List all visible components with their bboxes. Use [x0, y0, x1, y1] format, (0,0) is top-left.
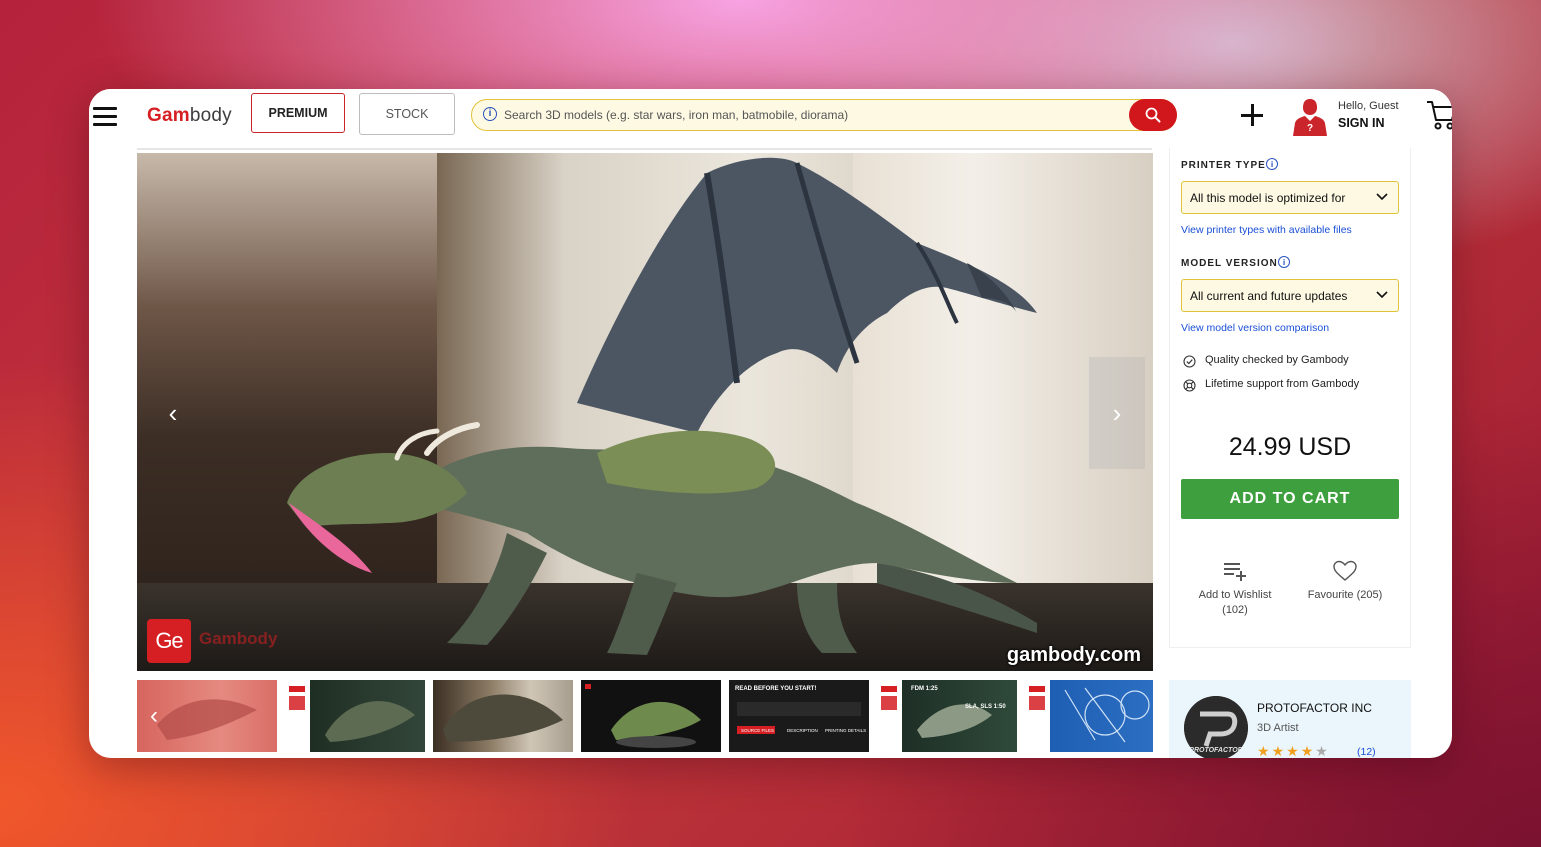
browser-window: Gambody PREMIUM STOCK i ? Hello, Guest S… [89, 89, 1452, 758]
main-product-image[interactable]: ‹ › Ge Gambody gambody.com [137, 153, 1153, 671]
model-version-label: MODEL VERSION [1181, 258, 1278, 269]
logo-part-body: body [189, 105, 232, 126]
star-icon: ★ [1257, 743, 1272, 758]
favourite-label: Favourite [1307, 589, 1354, 601]
site-header: Gambody PREMIUM STOCK i ? Hello, Guest S… [89, 89, 1452, 148]
thumbnail-1[interactable]: ‹ [137, 680, 277, 752]
check-circle-icon [1183, 355, 1196, 368]
dragon-model-figure [287, 157, 1037, 655]
feature-support-text: Lifetime support from Gambody [1205, 378, 1360, 390]
thumbnail-7[interactable] [1025, 680, 1153, 752]
thumbnail-6[interactable]: FDM 1:25 SLA, SLS 1:50 [877, 680, 1017, 752]
search-icon [1145, 107, 1161, 122]
model-version-info-icon[interactable]: i [1278, 256, 1290, 268]
gambody-badge-icon: Ge [147, 619, 191, 663]
wishlist-label: Add to Wishlist [1198, 589, 1272, 601]
search-input[interactable] [504, 104, 1104, 126]
printer-type-label: PRINTER TYPE [1181, 160, 1266, 171]
purchase-sidebar: PRINTER TYPE i All this model is optimiz… [1169, 148, 1411, 648]
site-logo[interactable]: Gambody [147, 105, 232, 127]
seller-role: 3D Artist [1257, 722, 1299, 734]
next-image-button[interactable]: › [1089, 357, 1145, 469]
cart-icon[interactable] [1426, 99, 1452, 131]
header-divider [137, 148, 1152, 150]
thumbnail-3[interactable] [433, 680, 573, 752]
playlist-add-icon [1224, 563, 1246, 581]
previous-image-button[interactable]: ‹ [145, 357, 201, 469]
thumbnail-previous-button[interactable]: ‹ [141, 696, 167, 736]
printer-type-select[interactable]: All this model is optimized for [1181, 181, 1399, 214]
thumbnail-2[interactable] [285, 680, 425, 752]
model-version-comparison-link[interactable]: View model version comparison [1181, 322, 1329, 334]
svg-text:?: ? [1307, 123, 1313, 134]
thumbnail-5-printing-details: PRINTING DETAILS [825, 728, 867, 733]
chevron-down-icon [1376, 193, 1388, 201]
gambody-badge-label: Gambody [199, 629, 278, 648]
thumbnail-6-sla-label: SLA, SLS 1:50 [965, 704, 1006, 710]
favourite-count: (205) [1356, 589, 1383, 601]
seller-rating-count[interactable]: (12) [1357, 746, 1376, 758]
search-bar: i [471, 98, 1177, 131]
thumbnail-5-description: DESCRIPTION [787, 728, 818, 733]
search-button[interactable] [1129, 98, 1177, 131]
thumbnail-5-source-files: SOURCE FILES [741, 728, 775, 733]
wishlist-count: (102) [1222, 604, 1248, 616]
printer-type-value: All this model is optimized for [1190, 191, 1346, 205]
seller-logo-text: PROTOFACTOR [1189, 747, 1242, 754]
product-price: 24.99 USD [1228, 433, 1352, 461]
thumbnail-4[interactable] [581, 680, 721, 752]
chevron-down-icon [1376, 291, 1388, 299]
feature-quality-text: Quality checked by Gambody [1205, 354, 1349, 366]
seller-card: PROTOFACTOR PROTOFACTOR INC 3D Artist ★★… [1169, 680, 1411, 758]
stock-button[interactable]: STOCK [359, 93, 455, 135]
model-version-select[interactable]: All current and future updates [1181, 279, 1399, 312]
thumbnail-strip: ‹ READ BEFORE YOU START! SOURCE FILES DE… [137, 680, 1153, 752]
printer-types-link[interactable]: View printer types with available files [1181, 224, 1352, 236]
lifebuoy-icon [1183, 379, 1196, 392]
info-icon[interactable]: i [483, 107, 497, 121]
premium-button[interactable]: PREMIUM [251, 93, 345, 133]
seller-name[interactable]: PROTOFACTOR INC [1257, 701, 1372, 715]
star-empty-icon: ★ [1315, 743, 1330, 758]
sign-in-link[interactable]: SIGN IN [1338, 116, 1385, 130]
plus-icon[interactable] [1241, 104, 1263, 126]
star-icon: ★ [1271, 743, 1287, 758]
printer-type-info-icon[interactable]: i [1266, 158, 1278, 170]
heart-icon [1333, 560, 1357, 581]
image-watermark: gambody.com [1006, 644, 1141, 666]
model-version-value: All current and future updates [1190, 289, 1348, 303]
thumbnail-6-fdm-label: FDM 1:25 [911, 686, 938, 692]
add-to-cart-button[interactable]: ADD TO CART [1181, 479, 1399, 519]
star-icon: ★ [1286, 743, 1301, 758]
greeting-text: Hello, Guest [1338, 100, 1399, 112]
seller-rating-stars: ★★★★★ [1257, 743, 1330, 758]
favourite-button[interactable]: Favourite (205) [1290, 560, 1400, 603]
add-to-wishlist-button[interactable]: Add to Wishlist (102) [1180, 560, 1290, 618]
thumbnail-5[interactable]: READ BEFORE YOU START! SOURCE FILES DESC… [729, 680, 869, 752]
guest-avatar-icon[interactable]: ? [1291, 97, 1329, 137]
star-icon: ★ [1300, 743, 1316, 758]
seller-logo-icon[interactable]: PROTOFACTOR [1184, 696, 1248, 758]
menu-icon[interactable] [93, 107, 117, 127]
logo-part-gam: Gam [147, 105, 190, 126]
